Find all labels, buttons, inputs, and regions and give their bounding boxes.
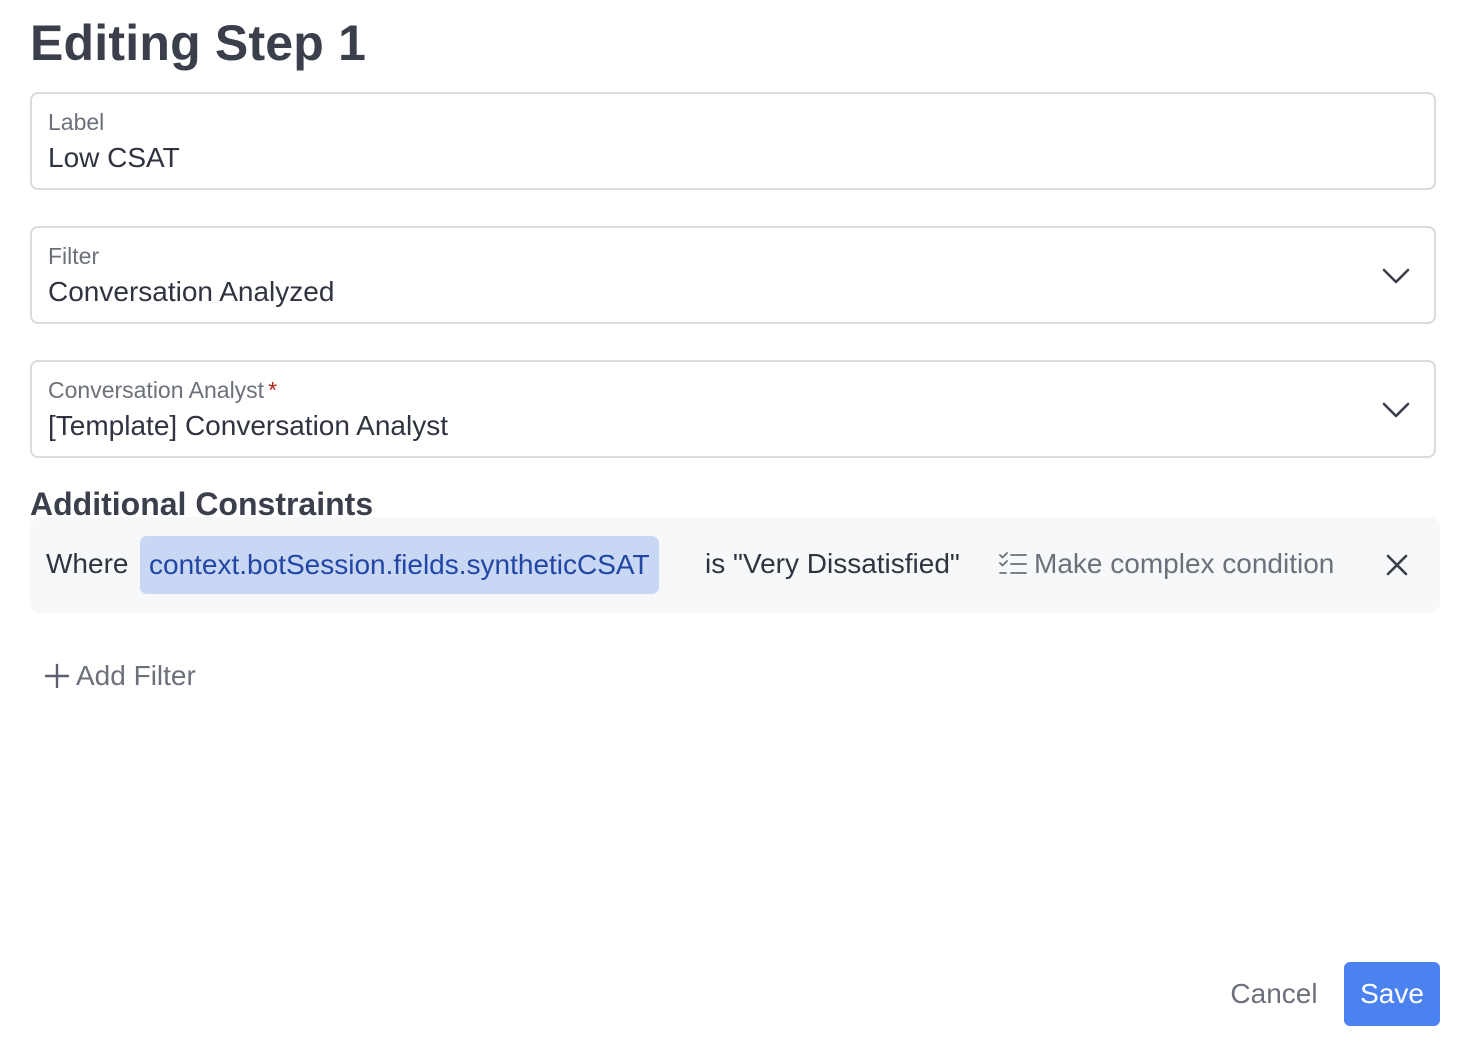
filter-select-value: Conversation Analyzed bbox=[48, 276, 335, 307]
label-field-label: Label bbox=[48, 109, 105, 135]
constraint-condition[interactable]: is "Very Dissatisfied" bbox=[705, 548, 960, 580]
add-filter-button[interactable]: Add Filter bbox=[44, 660, 196, 692]
chevron-down-icon[interactable] bbox=[1380, 260, 1412, 292]
conversation-analyst-value: [Template] Conversation Analyst bbox=[48, 410, 448, 441]
constraint-row: Where context.botSession.fields.syntheti… bbox=[30, 517, 1440, 613]
close-icon[interactable] bbox=[1384, 552, 1410, 578]
conversation-analyst-label: Conversation Analyst * bbox=[48, 377, 277, 404]
label-field[interactable]: Label Low CSAT bbox=[30, 92, 1436, 190]
filter-select[interactable]: Filter Conversation Analyzed bbox=[30, 226, 1436, 324]
conversation-analyst-select[interactable]: Conversation Analyst * [Template] Convers… bbox=[30, 360, 1436, 458]
make-complex-condition-label: Make complex condition bbox=[1034, 548, 1335, 579]
plus-icon bbox=[44, 663, 70, 689]
label-field-value[interactable]: Low CSAT bbox=[48, 142, 180, 174]
constraint-field-chip[interactable]: context.botSession.fields.syntheticCSAT bbox=[140, 536, 659, 594]
chevron-down-icon[interactable] bbox=[1380, 394, 1412, 426]
page-title: Editing Step 1 bbox=[30, 15, 367, 71]
required-marker: * bbox=[268, 377, 278, 403]
make-complex-condition-button[interactable]: Make complex condition bbox=[998, 548, 1334, 580]
filter-select-label: Filter bbox=[48, 243, 100, 269]
checklist-icon bbox=[999, 552, 1027, 574]
save-button[interactable]: Save bbox=[1344, 962, 1440, 1026]
add-filter-label: Add Filter bbox=[76, 660, 196, 691]
cancel-button[interactable]: Cancel bbox=[1214, 962, 1334, 1026]
where-label: Where bbox=[46, 548, 129, 579]
conversation-analyst-label-text: Conversation Analyst bbox=[48, 377, 265, 403]
